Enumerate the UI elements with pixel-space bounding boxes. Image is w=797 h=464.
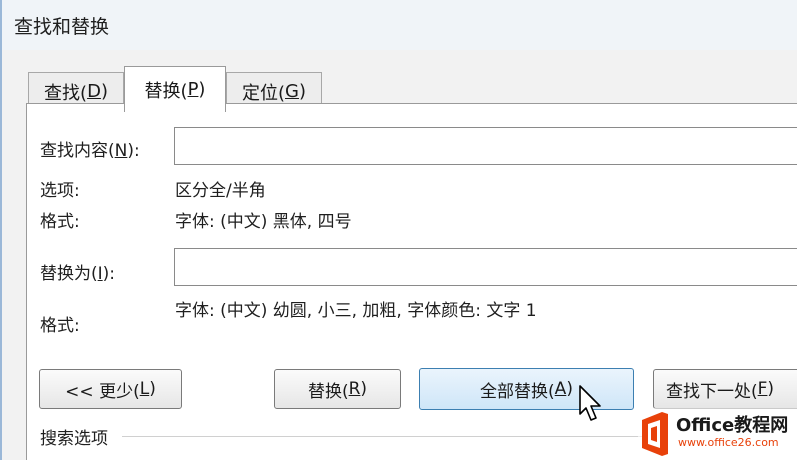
replace-format-value: 字体: (中文) 幼圆, 小三, 加粗, 字体颜色: 文字 1 [175,301,537,321]
find-format-label: 格式: [40,212,80,232]
dialog-title: 查找和替换 [14,16,110,38]
search-options-label: 搜索选项 [40,429,108,449]
replace-button[interactable]: 替换(R) [274,369,401,409]
title-bar: 查找和替换 [2,0,797,50]
tab-goto-label: 定位( [241,82,286,104]
replace-with-label: 替换为(I): [40,264,116,284]
replace-with-input[interactable] [174,248,797,286]
tab-find-key: D [87,81,101,102]
search-options-divider [122,436,652,437]
tab-find-label: 查找( [44,82,88,104]
find-next-button[interactable]: 查找下一处(F) [653,369,797,409]
watermark-url: www.office26.com [678,436,779,449]
find-format-value: 字体: (中文) 黑体, 四号 [175,212,352,232]
watermark-brand: Office教程网 [676,415,789,436]
find-what-label: 查找内容(N): [40,141,140,161]
tab-replace-end: ) [198,79,206,100]
tab-goto-key: G [285,81,299,102]
options-value: 区分全/半角 [175,181,266,201]
find-replace-dialog: 查找和替换 查找(D) 替换(P) 定位(G) 查找内容(N): 选项: 区分全… [0,0,797,460]
find-what-input[interactable] [174,127,797,165]
less-button[interactable]: << 更少(L) [39,369,182,409]
tab-replace[interactable]: 替换(P) [124,66,226,112]
watermark-logo: Office教程网 www.office26.com [638,408,797,460]
replace-format-label: 格式: [40,316,80,336]
tab-goto-end: ) [298,81,306,102]
tab-replace-key: P [187,79,199,100]
options-label: 选项: [40,181,80,201]
tab-find-end: ) [100,81,108,102]
tab-replace-label: 替换( [144,80,188,102]
mouse-cursor-icon [579,385,601,421]
